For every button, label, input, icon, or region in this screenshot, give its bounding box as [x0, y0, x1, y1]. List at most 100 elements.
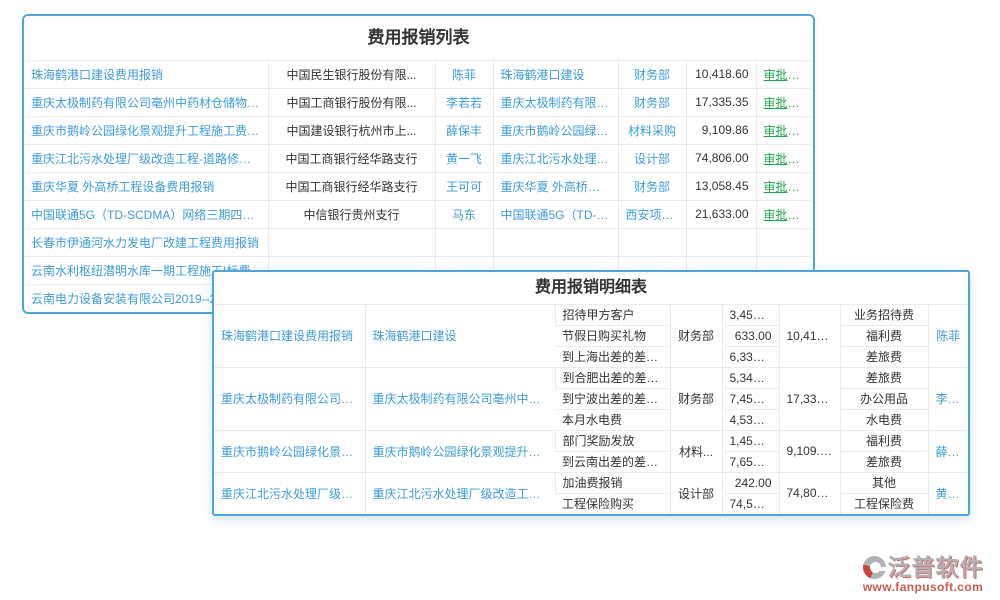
project-link[interactable]: 珠海鹤港口建设 — [365, 304, 555, 367]
dept-cell: 设计部 — [670, 472, 722, 514]
project-link[interactable]: 重庆江北污水处理厂级改造工... — [493, 144, 618, 172]
project-link — [493, 228, 618, 256]
expense-amount-cell: 6,332.00 — [722, 346, 779, 367]
table-row: 重庆江北污水处理厂级改造工程-道路修复工程费用...中国工商银行经华路支行黄一飞… — [24, 144, 813, 172]
reporter-link — [435, 228, 493, 256]
dept-cell: 财务部 — [670, 304, 722, 367]
expense-amount-cell: 4,535.65 — [722, 409, 779, 430]
table-row: 长春市伊通河水力发电厂改建工程费用报销 — [24, 228, 813, 256]
reporter-link[interactable]: 李若若 — [928, 367, 968, 430]
expense-detail-cell: 部门奖励发放 — [555, 430, 670, 451]
detail-row: 重庆市鹅岭公园绿化景观提升工程重庆市鹅岭公园绿化景观提升工程施工部门奖励发放材料… — [214, 430, 968, 451]
expense-name-link[interactable]: 重庆华夏 外高桥工程设备费用报销 — [24, 172, 268, 200]
project-link[interactable]: 重庆华夏 外高桥工程设备 — [493, 172, 618, 200]
expense-name-link[interactable]: 珠海鹤港口建设费用报销 — [214, 304, 365, 367]
expense-name-link[interactable]: 重庆太极制药有限公司亳州中药材仓储物流基地项... — [24, 88, 268, 116]
amount-cell: 10,418.60 — [686, 60, 756, 88]
detail-row: 珠海鹤港口建设费用报销珠海鹤港口建设招待甲方客户财务部3,453.6010,41… — [214, 304, 968, 325]
project-link[interactable]: 重庆太极制药有限公司亳州中... — [493, 88, 618, 116]
expense-amount-cell: 7,453.35 — [722, 388, 779, 409]
expense-subject-cell: 工程保险费 — [840, 493, 928, 514]
table-row: 中国联通5G（TD-SCDMA）网络三期四川工程费...中信银行贵州支行马东中国… — [24, 200, 813, 228]
expense-name-link[interactable]: 重庆市鹅岭公园绿化景观提升工程 — [214, 430, 365, 472]
expense-detail-cell: 到合肥出差的差旅费 — [555, 367, 670, 388]
expense-detail-cell: 加油费报销 — [555, 472, 670, 493]
account-cell: 中国工商银行经华路支行 — [268, 172, 435, 200]
account-cell: 中国工商银行股份有限... — [268, 88, 435, 116]
expense-name-link[interactable]: 珠海鹤港口建设费用报销 — [24, 60, 268, 88]
expense-amount-cell: 242.00 — [722, 472, 779, 493]
reporter-link[interactable]: 李若若 — [435, 88, 493, 116]
dept-cell: 材料... — [670, 430, 722, 472]
account-cell: 中国民生银行股份有限... — [268, 60, 435, 88]
expense-name-link[interactable]: 长春市伊通河水力发电厂改建工程费用报销 — [24, 228, 268, 256]
detail-row: 重庆江北污水处理厂级改造工程-重庆江北污水处理厂级改造工程-道路修复工加油费报销… — [214, 472, 968, 493]
expense-list-table: 费用报销列表 珠海鹤港口建设费用报销中国民生银行股份有限...陈菲珠海鹤港口建设… — [22, 14, 815, 314]
reporter-link[interactable]: 黄一飞 — [435, 144, 493, 172]
dept-cell: 财务部 — [618, 88, 686, 116]
table-row: 重庆太极制药有限公司亳州中药材仓储物流基地项...中国工商银行股份有限...李若… — [24, 88, 813, 116]
account-cell: 中国建设银行杭州市上... — [268, 116, 435, 144]
expense-list-title: 费用报销列表 — [24, 16, 813, 60]
expense-detail-cell: 到宁波出差的差旅费 — [555, 388, 670, 409]
status-link[interactable]: 审批通过 — [756, 172, 813, 200]
expense-name-link[interactable]: 重庆江北污水处理厂级改造工程-道路修复工程费用... — [24, 144, 268, 172]
table-row: 珠海鹤港口建设费用报销中国民生银行股份有限...陈菲珠海鹤港口建设财务部10,4… — [24, 60, 813, 88]
project-link[interactable]: 珠海鹤港口建设 — [493, 60, 618, 88]
project-link[interactable]: 重庆江北污水处理厂级改造工程-道路修复工 — [365, 472, 555, 514]
dept-cell: 材料采购 — [618, 116, 686, 144]
expense-subject-cell: 差旅费 — [840, 451, 928, 472]
expense-detail-title: 费用报销明细表 — [214, 272, 968, 304]
status-link — [756, 228, 813, 256]
account-cell — [268, 228, 435, 256]
expense-amount-cell: 74,564... — [722, 493, 779, 514]
total-amount-cell: 74,806.00 — [779, 472, 840, 514]
amount-cell: 13,058.45 — [686, 172, 756, 200]
expense-name-link[interactable]: 重庆太极制药有限公司亳州中药材 — [214, 367, 365, 430]
dept-cell — [618, 228, 686, 256]
status-link[interactable]: 审批通过 — [756, 88, 813, 116]
expense-detail-cell: 到上海出差的差旅费 — [555, 346, 670, 367]
detail-row: 重庆太极制药有限公司亳州中药材重庆太极制药有限公司亳州中药材仓储物流到合肥出差的… — [214, 367, 968, 388]
reporter-link[interactable]: 陈菲 — [435, 60, 493, 88]
reporter-link[interactable]: 薛保丰 — [928, 430, 968, 472]
project-link[interactable]: 中国联通5G（TD-SCDMA）网... — [493, 200, 618, 228]
status-link[interactable]: 审批通过 — [756, 116, 813, 144]
reporter-link[interactable]: 马东 — [435, 200, 493, 228]
dept-cell: 财务部 — [670, 367, 722, 430]
expense-amount-cell: 1,453.00 — [722, 430, 779, 451]
expense-amount-cell: 633.00 — [722, 325, 779, 346]
amount-cell: 9,109.86 — [686, 116, 756, 144]
expense-subject-cell: 水电费 — [840, 409, 928, 430]
account-cell: 中国工商银行经华路支行 — [268, 144, 435, 172]
reporter-link[interactable]: 陈菲 — [928, 304, 968, 367]
expense-amount-cell: 3,453.60 — [722, 304, 779, 325]
status-link[interactable]: 审批通过 — [756, 60, 813, 88]
status-link[interactable]: 审批通过 — [756, 144, 813, 172]
expense-detail-cell: 招待甲方客户 — [555, 304, 670, 325]
expense-subject-cell: 差旅费 — [840, 367, 928, 388]
expense-subject-cell: 福利费 — [840, 325, 928, 346]
dept-cell: 财务部 — [618, 172, 686, 200]
expense-detail-table: 费用报销明细表 珠海鹤港口建设费用报销珠海鹤港口建设招待甲方客户财务部3,453… — [212, 270, 970, 516]
dept-cell: 财务部 — [618, 60, 686, 88]
total-amount-cell: 9,109.86 — [779, 430, 840, 472]
project-link[interactable]: 重庆市鹅岭公园绿化景观提升... — [493, 116, 618, 144]
status-link[interactable]: 审批通过 — [756, 200, 813, 228]
expense-detail-cell: 本月水电费 — [555, 409, 670, 430]
expense-subject-cell: 办公用品 — [840, 388, 928, 409]
project-link[interactable]: 重庆市鹅岭公园绿化景观提升工程施工 — [365, 430, 555, 472]
expense-subject-cell: 福利费 — [840, 430, 928, 451]
fanpu-watermark: 泛普软件 www.fanpusoft.com — [852, 556, 994, 594]
expense-name-link[interactable]: 重庆江北污水处理厂级改造工程- — [214, 472, 365, 514]
reporter-link[interactable]: 王可可 — [435, 172, 493, 200]
amount-cell: 21,633.00 — [686, 200, 756, 228]
expense-name-link[interactable]: 重庆市鹅岭公园绿化景观提升工程施工费用报销 — [24, 116, 268, 144]
expense-detail-grid: 珠海鹤港口建设费用报销珠海鹤港口建设招待甲方客户财务部3,453.6010,41… — [214, 304, 968, 514]
amount-cell: 74,806.00 — [686, 144, 756, 172]
project-link[interactable]: 重庆太极制药有限公司亳州中药材仓储物流 — [365, 367, 555, 430]
reporter-link[interactable]: 黄一飞 — [928, 472, 968, 514]
expense-name-link[interactable]: 中国联通5G（TD-SCDMA）网络三期四川工程费... — [24, 200, 268, 228]
table-row: 重庆市鹅岭公园绿化景观提升工程施工费用报销中国建设银行杭州市上...薛保丰重庆市… — [24, 116, 813, 144]
reporter-link[interactable]: 薛保丰 — [435, 116, 493, 144]
